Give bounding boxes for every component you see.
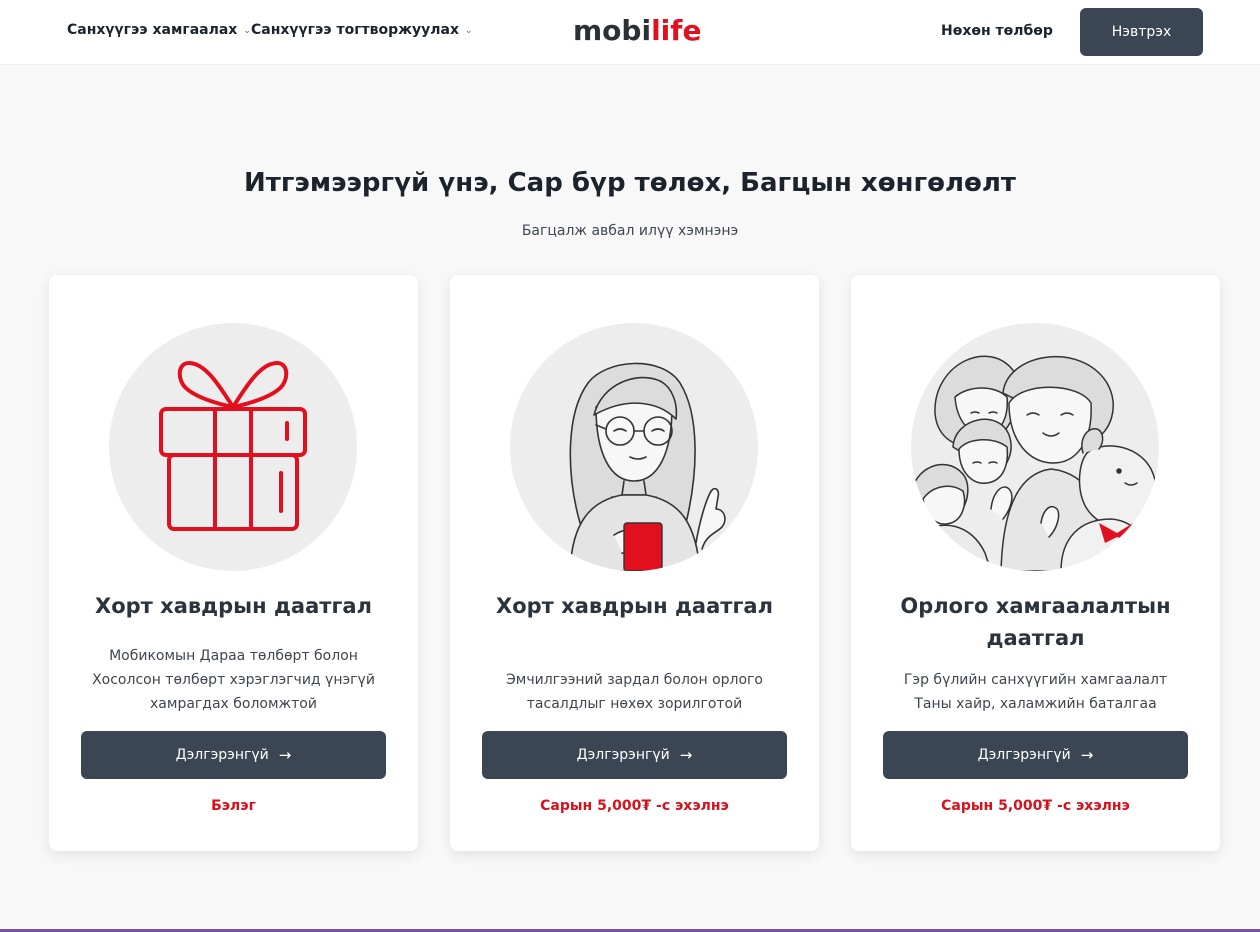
arrow-right-icon: → [278, 746, 292, 764]
card-price: Бэлэг [211, 798, 256, 814]
card-price: Сарын 5,000₮ -с эхэлнэ [941, 798, 1130, 814]
product-card-income: Орлого хамгаалалтын даатгал Гэр бүлийн с… [851, 275, 1220, 851]
gift-icon [159, 361, 307, 531]
nav-stabilize-finance[interactable]: Санхүүгээ тогтворжуулах ⌄ [251, 22, 473, 38]
claims-link[interactable]: Нөхөн төлбөр [941, 23, 1053, 39]
details-button[interactable]: Дэлгэрэнгүй → [883, 731, 1188, 779]
card-title: Орлого хамгаалалтын даатгал [900, 594, 1171, 650]
mobilife-logo[interactable]: mobilife [573, 14, 701, 47]
site-header: Санхүүгээ хамгаалах ⌄ Санхүүгээ тогтворж… [0, 0, 1260, 65]
card-title: Хорт хавдрын даатгал [496, 594, 773, 618]
chevron-down-icon: ⌄ [243, 26, 251, 36]
page-title: Итгэмээргүй үнэ, Сар бүр төлөх, Багцын х… [244, 168, 1016, 198]
card-description-line: Гэр бүлийн санхүүгийн хамгаалалт [903, 672, 1168, 688]
card-image-circle [109, 323, 357, 571]
card-description: Мобикомын Дараа төлбөрт болон Хосолсон т… [69, 644, 398, 716]
arrow-right-icon: → [1080, 746, 1094, 764]
details-button-label: Дэлгэрэнгүй [175, 747, 269, 763]
card-description: Эмчилгээний зардал болон орлого тасалдлы… [470, 668, 799, 716]
details-button-label: Дэлгэрэнгүй [576, 747, 670, 763]
login-button[interactable]: Нэвтрэх [1080, 8, 1203, 56]
card-description-line: Мобикомын Дараа төлбөрт болон [109, 648, 358, 664]
arrow-right-icon: → [679, 746, 693, 764]
card-image-circle [911, 323, 1159, 571]
woman-with-phone-illustration [569, 362, 726, 571]
details-button[interactable]: Дэлгэрэнгүй → [81, 731, 386, 779]
card-description-line: Эмчилгээний зардал болон орлого [506, 672, 763, 688]
card-description: Гэр бүлийн санхүүгийн хамгаалалт Таны ха… [871, 668, 1200, 716]
card-title: Хорт хавдрын даатгал [95, 594, 372, 618]
phone-icon [623, 522, 663, 571]
card-description-line: Хосолсон төлбөрт хэрэглэгчид үнэгүй [92, 672, 375, 688]
details-button-label: Дэлгэрэнгүй [977, 747, 1071, 763]
logo-text-mobi: mobi [573, 14, 652, 47]
nav-protect-finance[interactable]: Санхүүгээ хамгаалах ⌄ [67, 22, 251, 38]
card-description-line: хамрагдах боломжтой [150, 696, 317, 712]
details-button[interactable]: Дэлгэрэнгүй → [482, 731, 787, 779]
page-subtitle: Багцалж авбал илүү хэмнэнэ [521, 223, 739, 239]
product-card-gift: Хорт хавдрын даатгал Мобикомын Дараа төл… [49, 275, 418, 851]
card-price: Сарын 5,000₮ -с эхэлнэ [540, 798, 729, 814]
nav-stabilize-label: Санхүүгээ тогтворжуулах [251, 22, 460, 38]
family-illustration [911, 355, 1157, 571]
product-card-cancer: Хорт хавдрын даатгал Эмчилгээний зардал … [450, 275, 819, 851]
card-image-circle [510, 323, 758, 571]
nav-protect-label: Санхүүгээ хамгаалах [67, 22, 238, 38]
card-description-line: Таны хайр, халамжийн баталгаа [914, 696, 1157, 712]
logo-text-life: life [651, 14, 702, 47]
chevron-down-icon: ⌄ [465, 26, 473, 36]
card-description-line: тасалдлыг нөхөх зорилготой [526, 696, 743, 712]
